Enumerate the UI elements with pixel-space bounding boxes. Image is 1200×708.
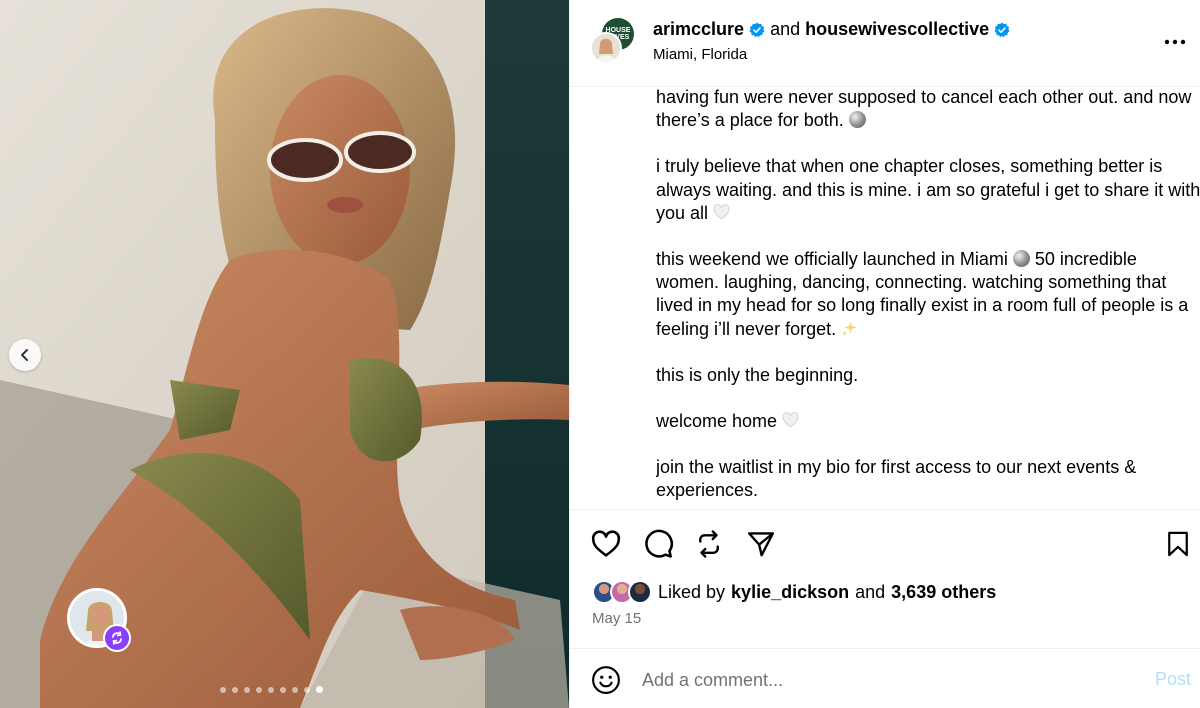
- disco-ball-emoji-icon: [1012, 250, 1030, 268]
- likes-count[interactable]: 3,639 others: [891, 582, 996, 603]
- repost-icon: [112, 631, 122, 645]
- comment-icon: [645, 529, 674, 558]
- caption-paragraph: welcome home: [656, 410, 1200, 433]
- more-horizontal-icon: [1164, 39, 1186, 45]
- carousel-dot: [244, 686, 250, 693]
- disco-ball-emoji-icon: [848, 111, 866, 129]
- carousel-dot: [280, 686, 286, 693]
- post-caption: having fun were never supposed to cancel…: [656, 87, 1200, 509]
- repost-button[interactable]: [692, 527, 726, 561]
- liker-avatars[interactable]: [592, 580, 652, 604]
- comment-button[interactable]: [641, 527, 675, 561]
- caption-paragraph: i truly believe that when one chapter cl…: [656, 155, 1200, 225]
- caption-text: this is only the beginning.: [656, 364, 859, 385]
- carousel-dot-active: [316, 686, 323, 693]
- smiley-icon: [592, 666, 620, 694]
- caption-text: welcome home: [656, 411, 778, 432]
- caption-paragraph: this weekend we officially launched in M…: [656, 248, 1200, 341]
- carousel-dot: [232, 686, 238, 693]
- post-media[interactable]: [0, 0, 569, 708]
- carousel-dot: [304, 686, 310, 693]
- save-button[interactable]: [1161, 527, 1195, 561]
- send-icon: [747, 532, 775, 557]
- avatar-image: [592, 34, 620, 62]
- caption-paragraph: having fun were never supposed to cancel…: [656, 87, 1200, 132]
- caption-text: join the waitlist in my bio for first ac…: [656, 457, 1137, 501]
- liker-avatar: [628, 580, 652, 604]
- liked-by-username[interactable]: kylie_dickson: [731, 582, 849, 603]
- post-date[interactable]: May 15: [592, 610, 641, 627]
- likes-prefix: Liked by: [658, 581, 726, 602]
- caption-text: having fun were never supposed to cancel…: [656, 87, 1192, 131]
- comment-bar: Post: [570, 648, 1200, 708]
- white-heart-emoji-icon: [713, 204, 730, 221]
- username-housewivescollective[interactable]: housewivescollective: [805, 19, 989, 40]
- repost-icon: [699, 530, 719, 558]
- caption-paragraph: this is only the beginning.: [656, 364, 1200, 387]
- carousel-dot: [268, 686, 274, 693]
- carousel-dot: [256, 686, 262, 693]
- carousel-prev-button[interactable]: [9, 339, 41, 371]
- post-location[interactable]: Miami, Florida: [653, 46, 747, 63]
- header-usernames: arimcclure and housewivescollective: [653, 19, 1010, 40]
- post-comment-button[interactable]: Post: [1155, 669, 1191, 690]
- likes-joiner: and: [855, 581, 886, 602]
- likes-summary: Liked by kylie_dickson and 3,639 others: [592, 578, 996, 606]
- more-options-button[interactable]: [1163, 30, 1187, 54]
- caption-text: i truly believe that when one chapter cl…: [656, 156, 1200, 223]
- carousel-indicator: [220, 686, 323, 693]
- sparkles-emoji-icon: [841, 320, 858, 337]
- post-actions: [570, 509, 1200, 579]
- like-button[interactable]: [589, 527, 623, 561]
- caption-paragraph: join the waitlist in my bio for first ac…: [656, 456, 1200, 502]
- carousel-dot: [220, 686, 226, 693]
- share-button[interactable]: [744, 527, 778, 561]
- repost-badge: [103, 624, 131, 652]
- comment-input[interactable]: [642, 667, 1112, 693]
- collab-avatars[interactable]: HOUSE WIVES: [590, 18, 638, 66]
- emoji-picker-button[interactable]: [591, 665, 621, 695]
- verified-badge-icon: [994, 22, 1010, 38]
- bookmark-icon: [1168, 531, 1188, 557]
- chevron-left-icon: [21, 349, 28, 361]
- white-heart-emoji-icon: [782, 412, 799, 429]
- heart-icon: [591, 530, 621, 557]
- post-header: HOUSE WIVES arimcclure and housewivescol…: [570, 0, 1200, 87]
- username-arimcclure[interactable]: arimcclure: [653, 19, 744, 40]
- post-sidebar: HOUSE WIVES arimcclure and housewivescol…: [569, 0, 1200, 708]
- carousel-dot: [292, 686, 298, 693]
- username-joiner: and: [770, 19, 801, 39]
- caption-text: this weekend we officially launched in M…: [656, 249, 1008, 270]
- verified-badge-icon: [749, 22, 765, 38]
- collab-avatar-arimcclure[interactable]: [590, 32, 622, 64]
